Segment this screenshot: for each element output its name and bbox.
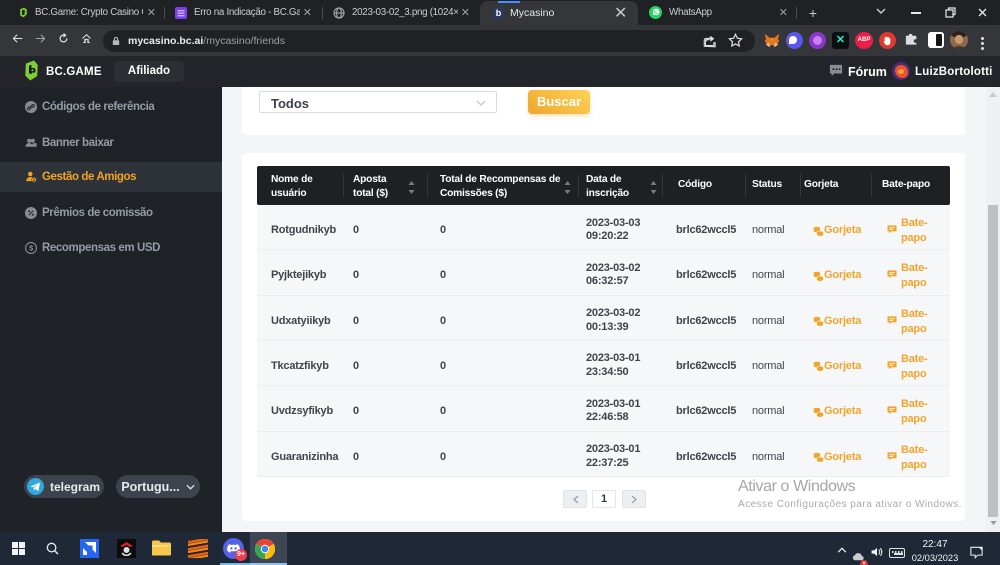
svg-text:$: $ <box>29 244 34 253</box>
